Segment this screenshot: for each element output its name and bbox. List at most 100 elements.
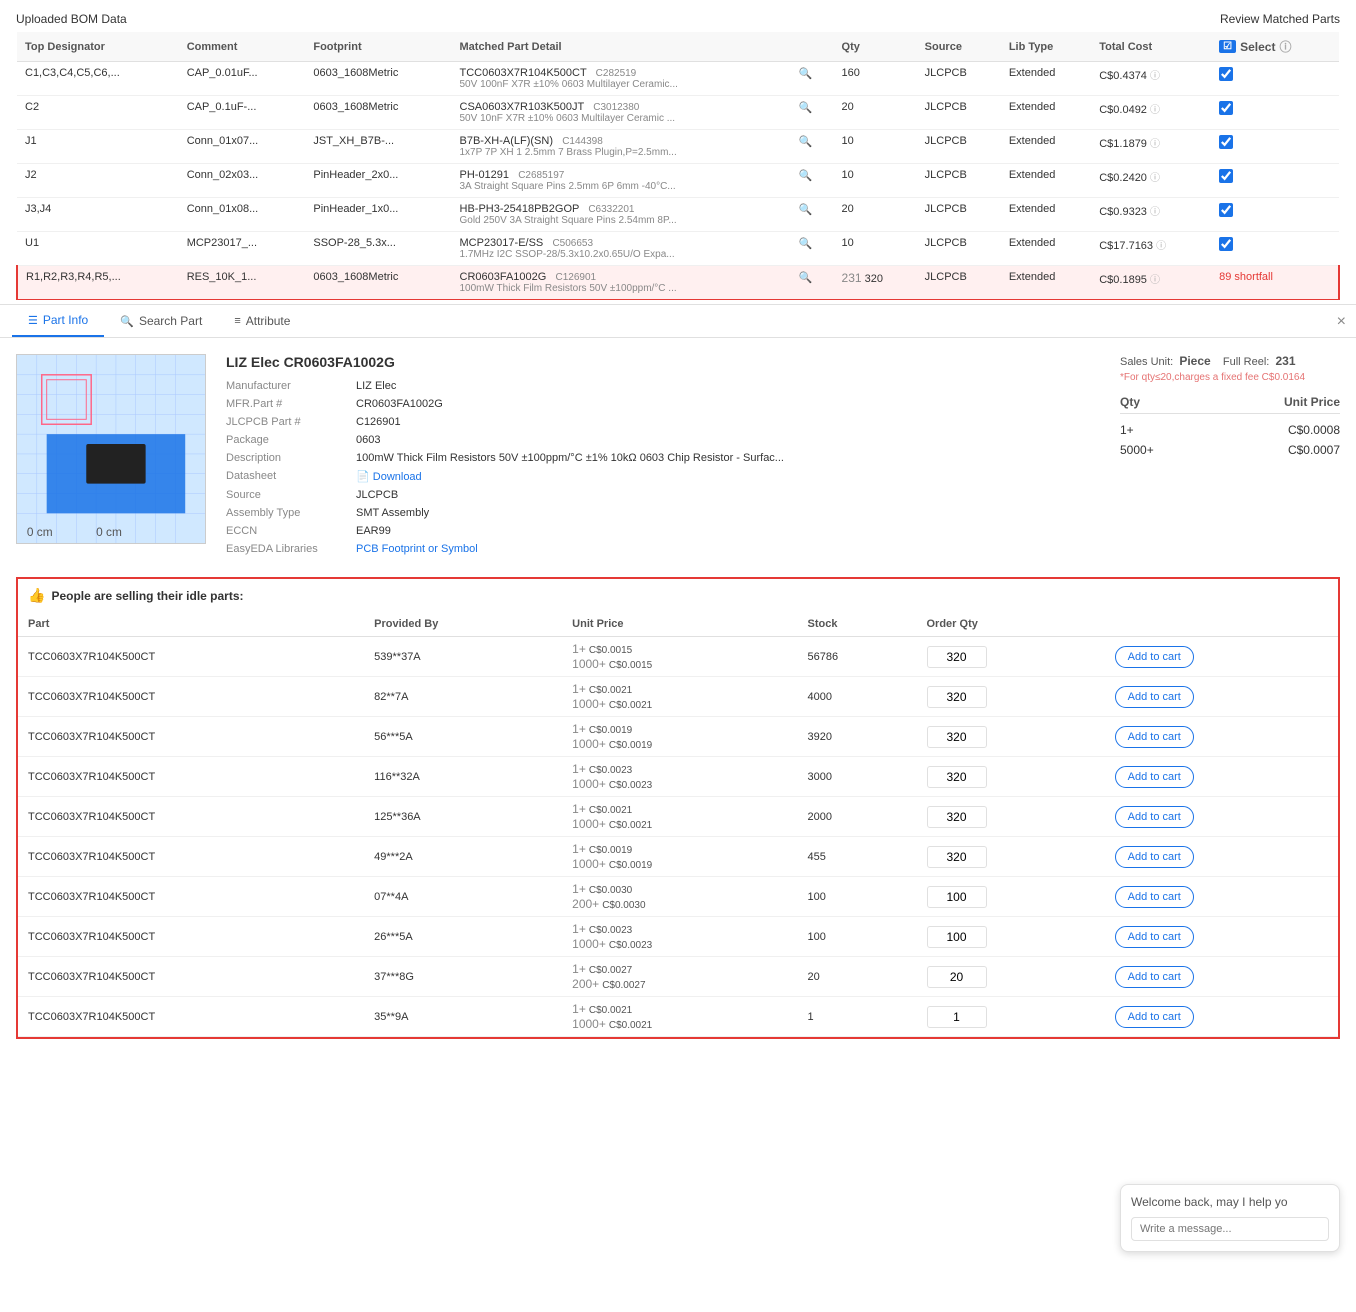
cell-select[interactable] xyxy=(1211,198,1339,232)
field-label: Manufacturer xyxy=(226,380,356,392)
idle-cell-orderqty[interactable] xyxy=(917,637,1105,677)
cell-comment: Conn_02x03... xyxy=(179,164,306,198)
idle-cell-orderqty[interactable] xyxy=(917,957,1105,997)
idle-cell-orderqty[interactable] xyxy=(917,717,1105,757)
row-checkbox[interactable] xyxy=(1219,237,1233,251)
add-to-cart-button[interactable]: Add to cart xyxy=(1115,886,1194,908)
row-checkbox[interactable] xyxy=(1219,169,1233,183)
idle-cell-provider: 539**37A xyxy=(364,637,562,677)
add-to-cart-button[interactable]: Add to cart xyxy=(1115,686,1194,708)
idle-cell-price: 1+C$0.0021 1000+C$0.0021 xyxy=(562,677,797,717)
cell-select[interactable] xyxy=(1211,164,1339,198)
idle-cell-stock: 3920 xyxy=(798,717,917,757)
row-checkbox[interactable] xyxy=(1219,101,1233,115)
cell-search-icon[interactable]: 🔍 xyxy=(791,164,834,198)
idle-cell-action[interactable]: Add to cart xyxy=(1105,917,1338,957)
detail-field-row: Manufacturer LIZ Elec xyxy=(226,380,1100,392)
order-qty-input[interactable] xyxy=(927,886,987,908)
cell-totalcost: C$0.0492 ⓘ xyxy=(1091,96,1211,130)
download-link[interactable]: 📄 Download xyxy=(356,470,422,483)
chat-input[interactable] xyxy=(1131,1217,1329,1241)
idle-cell-orderqty[interactable] xyxy=(917,917,1105,957)
order-qty-input[interactable] xyxy=(927,646,987,668)
add-to-cart-button[interactable]: Add to cart xyxy=(1115,726,1194,748)
order-qty-input[interactable] xyxy=(927,726,987,748)
cell-select[interactable] xyxy=(1211,130,1339,164)
idle-cell-orderqty[interactable] xyxy=(917,877,1105,917)
idle-cell-orderqty[interactable] xyxy=(917,997,1105,1037)
qty-header: Qty xyxy=(1120,395,1140,409)
idle-cell-part: TCC0603X7R104K500CT xyxy=(18,637,364,677)
order-qty-input[interactable] xyxy=(927,966,987,988)
tab-attribute[interactable]: ≡ Attribute xyxy=(218,305,306,337)
add-to-cart-button[interactable]: Add to cart xyxy=(1115,646,1194,668)
detail-field-row: Datasheet 📄 Download xyxy=(226,470,1100,483)
idle-cell-action[interactable]: Add to cart xyxy=(1105,757,1338,797)
cell-search-icon[interactable]: 🔍 xyxy=(791,198,834,232)
cell-designator: J3,J4 xyxy=(17,198,179,232)
order-qty-input[interactable] xyxy=(927,766,987,788)
shortage-badge: 89 shortfall xyxy=(1219,271,1273,283)
idle-cell-action[interactable]: Add to cart xyxy=(1105,837,1338,877)
tab-part-info-label: Part Info xyxy=(43,313,88,327)
add-to-cart-button[interactable]: Add to cart xyxy=(1115,846,1194,868)
cell-search-icon[interactable]: 🔍 xyxy=(791,232,834,266)
cell-search-icon[interactable]: 🔍 xyxy=(791,62,834,96)
idle-cell-provider: 35**9A xyxy=(364,997,562,1037)
idle-cell-orderqty[interactable] xyxy=(917,837,1105,877)
add-to-cart-button[interactable]: Add to cart xyxy=(1115,926,1194,948)
idle-col-stock: Stock xyxy=(798,612,917,637)
cell-comment: CAP_0.1uF-... xyxy=(179,96,306,130)
idle-cell-action[interactable]: Add to cart xyxy=(1105,637,1338,677)
add-to-cart-button[interactable]: Add to cart xyxy=(1115,766,1194,788)
cell-source: JLCPCB xyxy=(917,62,1001,96)
idle-table-row: TCC0603X7R104K500CT 26***5A 1+C$0.0023 1… xyxy=(18,917,1338,957)
row-checkbox[interactable] xyxy=(1219,135,1233,149)
cell-designator: C2 xyxy=(17,96,179,130)
attribute-icon: ≡ xyxy=(234,315,240,327)
cell-libtype: Extended xyxy=(1001,96,1091,130)
order-qty-input[interactable] xyxy=(927,686,987,708)
field-value: LIZ Elec xyxy=(356,380,396,392)
detail-close-button[interactable]: × xyxy=(1337,313,1346,331)
idle-cell-action[interactable]: Add to cart xyxy=(1105,877,1338,917)
cell-select[interactable] xyxy=(1211,62,1339,96)
order-qty-input[interactable] xyxy=(927,926,987,948)
idle-cell-action[interactable]: Add to cart xyxy=(1105,677,1338,717)
cell-select[interactable] xyxy=(1211,232,1339,266)
idle-table-row: TCC0603X7R104K500CT 37***8G 1+C$0.0027 2… xyxy=(18,957,1338,997)
cell-search-icon[interactable]: 🔍 xyxy=(791,130,834,164)
row-checkbox[interactable] xyxy=(1219,203,1233,217)
order-qty-input[interactable] xyxy=(927,806,987,828)
cell-qty: 10 xyxy=(834,232,917,266)
pcb-link[interactable]: PCB Footprint or Symbol xyxy=(356,543,478,555)
idle-cell-orderqty[interactable] xyxy=(917,757,1105,797)
field-value: C126901 xyxy=(356,416,401,428)
field-value: EAR99 xyxy=(356,525,391,537)
idle-cell-action[interactable]: Add to cart xyxy=(1105,997,1338,1037)
cell-partdetail: CR0603FA1002G C126901 100mW Thick Film R… xyxy=(452,266,791,300)
cell-partdetail: TCC0603X7R104K500CT C282519 50V 100nF X7… xyxy=(452,62,791,96)
idle-col-provider: Provided By xyxy=(364,612,562,637)
idle-cell-orderqty[interactable] xyxy=(917,797,1105,837)
add-to-cart-button[interactable]: Add to cart xyxy=(1115,966,1194,988)
order-qty-input[interactable] xyxy=(927,846,987,868)
idle-table-row: TCC0603X7R104K500CT 35**9A 1+C$0.0021 10… xyxy=(18,997,1338,1037)
add-to-cart-button[interactable]: Add to cart xyxy=(1115,806,1194,828)
cell-search-icon[interactable]: 🔍 xyxy=(791,266,834,300)
cell-designator: U1 xyxy=(17,232,179,266)
order-qty-input[interactable] xyxy=(927,1006,987,1028)
cell-select[interactable] xyxy=(1211,96,1339,130)
tab-search-part[interactable]: 🔍 Search Part xyxy=(104,305,218,337)
idle-cell-action[interactable]: Add to cart xyxy=(1105,797,1338,837)
add-to-cart-button[interactable]: Add to cart xyxy=(1115,1006,1194,1028)
row-checkbox[interactable] xyxy=(1219,67,1233,81)
tab-part-info[interactable]: ☰ Part Info xyxy=(12,305,104,337)
cell-totalcost: C$0.2420 ⓘ xyxy=(1091,164,1211,198)
idle-cell-action[interactable]: Add to cart xyxy=(1105,717,1338,757)
idle-cell-action[interactable]: Add to cart xyxy=(1105,957,1338,997)
cell-partdetail: B7B-XH-A(LF)(SN) C144398 1x7P 7P XH 1 2.… xyxy=(452,130,791,164)
cell-designator: J2 xyxy=(17,164,179,198)
idle-cell-orderqty[interactable] xyxy=(917,677,1105,717)
cell-search-icon[interactable]: 🔍 xyxy=(791,96,834,130)
